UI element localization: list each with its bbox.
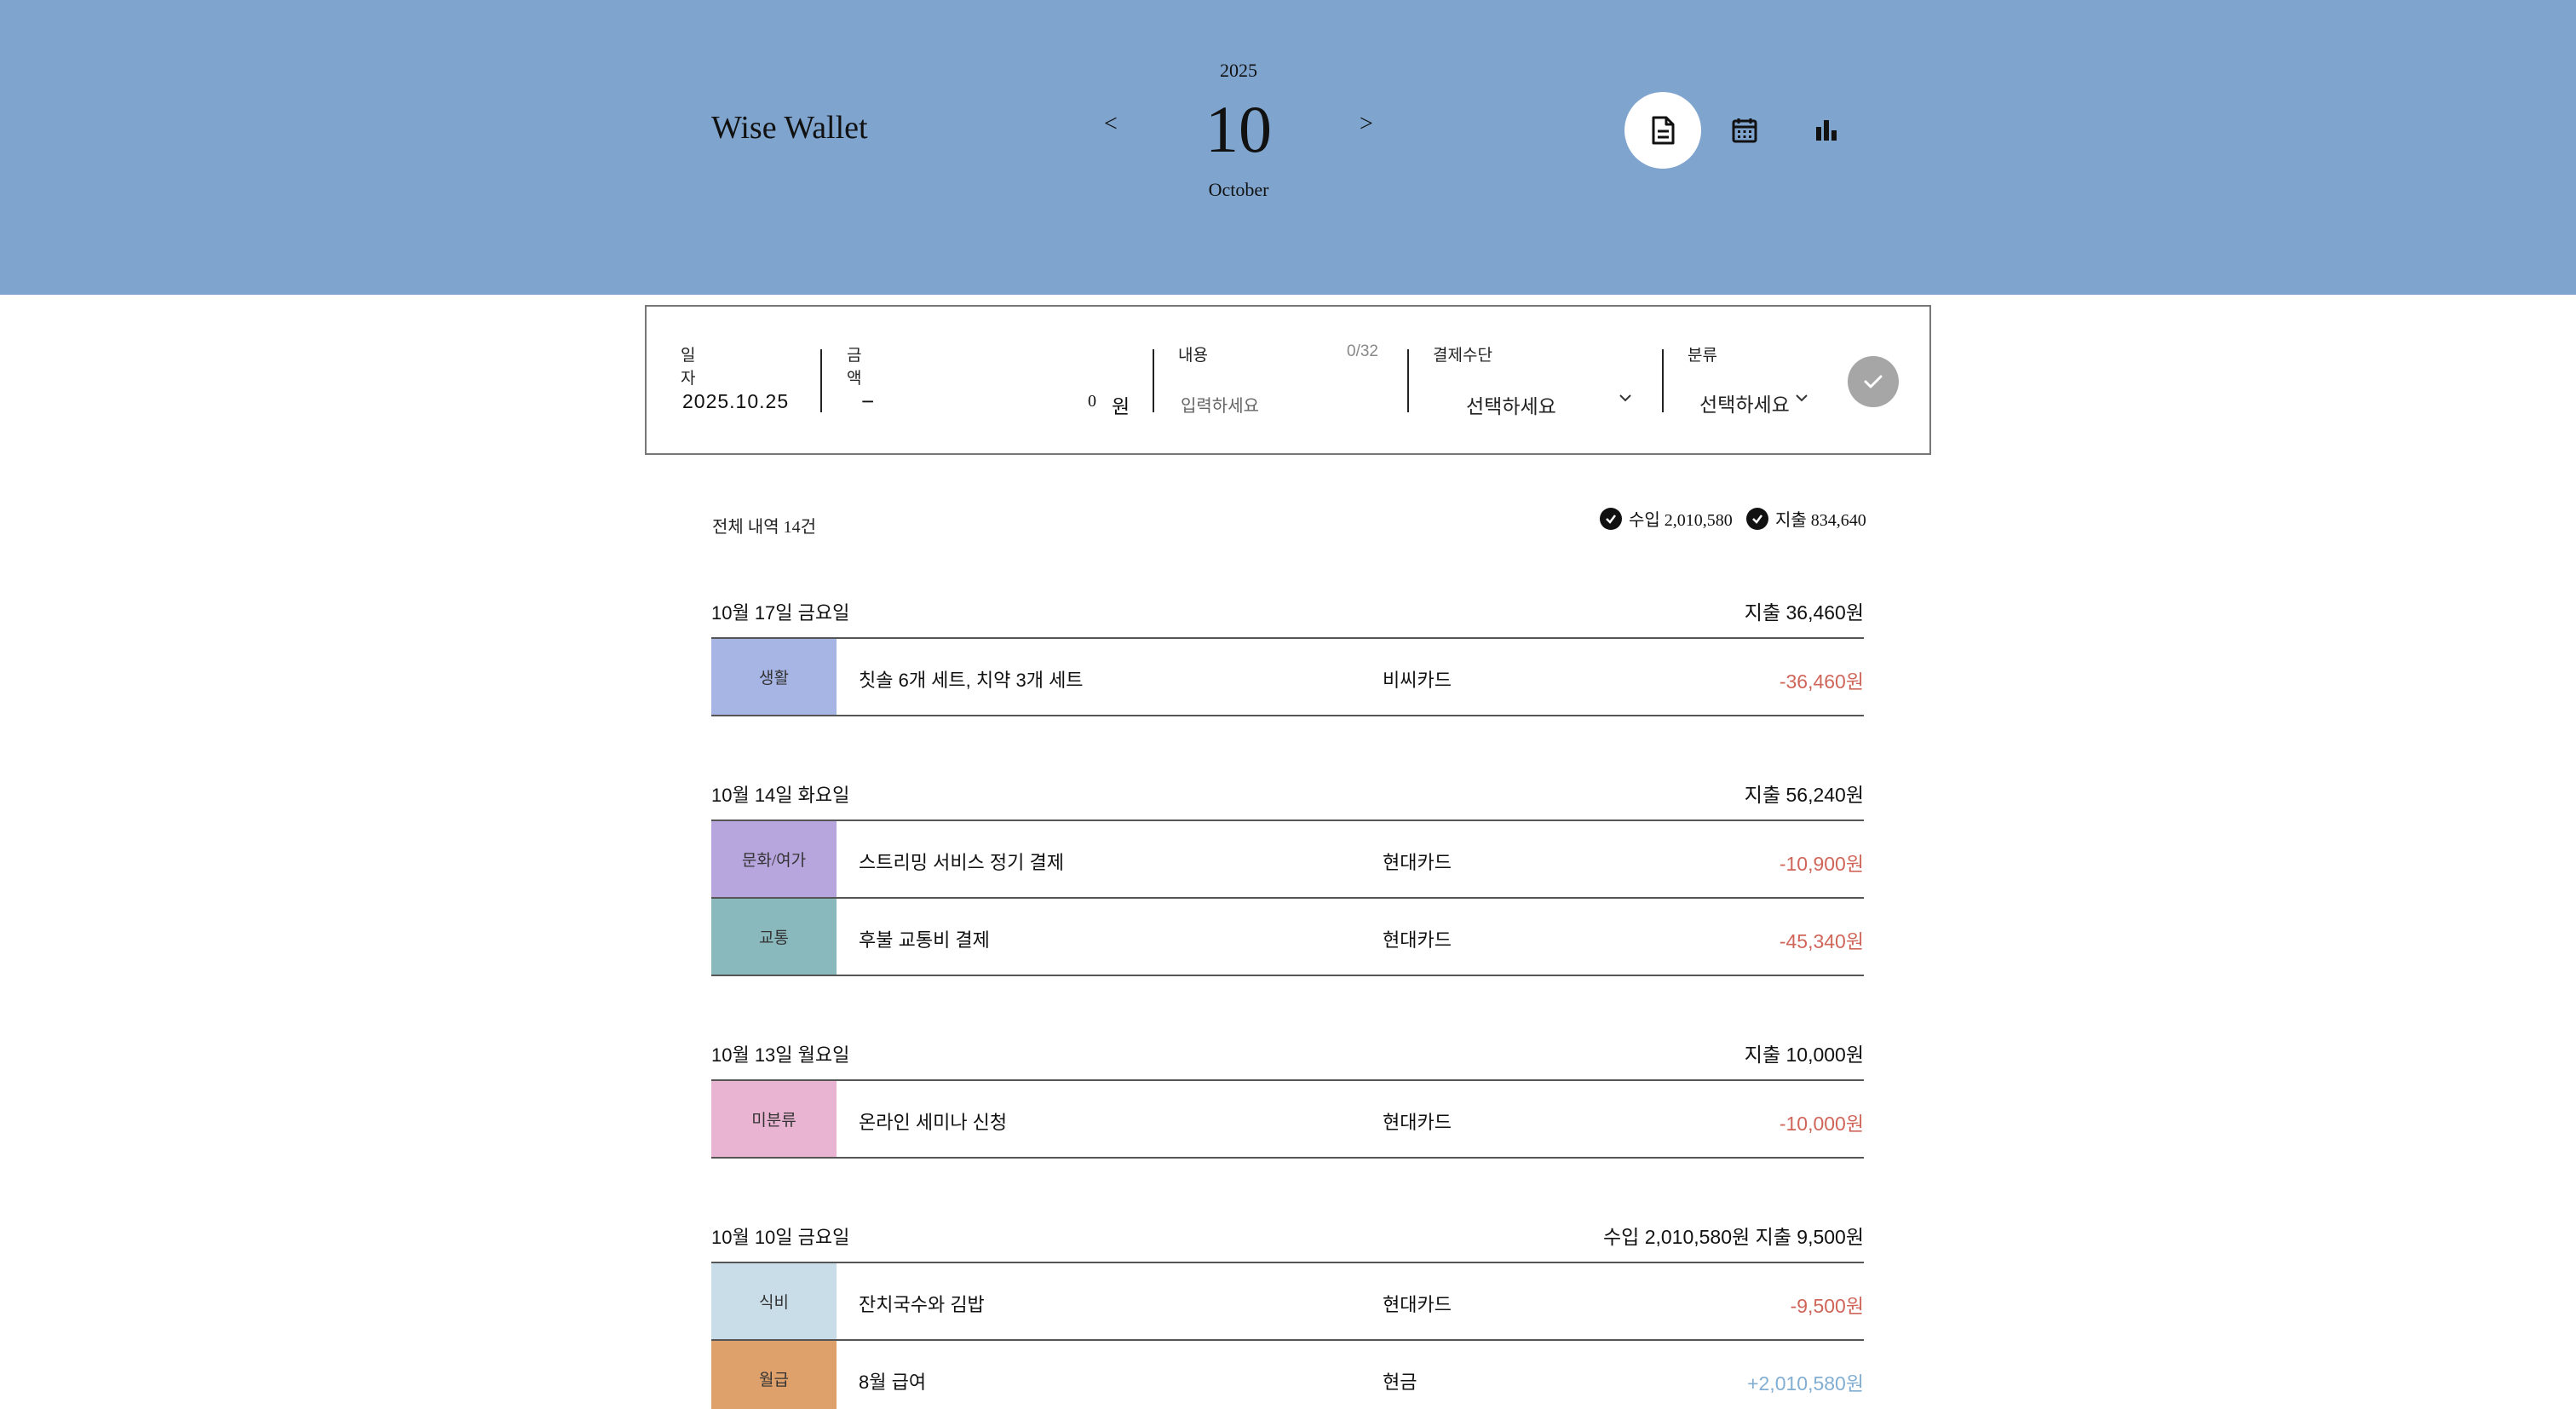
transaction-row[interactable]: 문화/여가 스트리밍 서비스 정기 결제 현대카드 -10,900원 [711, 821, 1864, 899]
category-tag: 월급 [711, 1341, 837, 1409]
category-tag: 교통 [711, 899, 837, 975]
total-count: 전체 내역 14건 [712, 518, 816, 537]
calendar-view-button[interactable] [1706, 92, 1783, 169]
header: Wise Wallet < 2025 10 October > [0, 0, 2576, 295]
check-circle-icon [1600, 507, 1622, 530]
category-label: 분류 [1688, 347, 1717, 365]
transaction-row[interactable]: 미분류 온라인 세미나 신청 현대카드 -10,000원 [711, 1081, 1864, 1159]
check-circle-icon [1746, 507, 1768, 530]
day-header: 10월 10일 금요일 수입 2,010,580원 지출 9,500원 [711, 1204, 1864, 1263]
day-header: 10월 14일 화요일 지출 56,240원 [711, 762, 1864, 821]
expense-total: 지출 834,640 [1775, 511, 1866, 530]
transaction-row[interactable]: 생활 칫솔 6개 세트, 치약 3개 세트 비씨카드 -36,460원 [711, 639, 1864, 716]
day-summary: 지출 56,240원 [1744, 784, 1864, 806]
day-summary: 수입 2,010,580원 지출 9,500원 [1602, 1226, 1864, 1248]
day-group: 10월 13일 월요일 지출 10,000원미분류 온라인 세미나 신청 현대카드 -1… [711, 1021, 1864, 1159]
transaction-description: 잔치국수와 김밥 [859, 1294, 985, 1315]
chart-view-button[interactable] [1788, 92, 1865, 169]
category-tag: 식비 [711, 1263, 837, 1339]
day-date: 10월 13일 월요일 [711, 1044, 850, 1066]
day-group: 10월 17일 금요일 지출 36,460원생활 칫솔 6개 세트, 치약 3개 세… [711, 579, 1864, 716]
calendar-icon [1732, 118, 1757, 143]
category-tag: 미분류 [711, 1081, 837, 1157]
memo-char-count: 0/32 [1347, 342, 1378, 360]
next-month-button[interactable]: > [1360, 111, 1373, 138]
day-date: 10월 10일 금요일 [711, 1227, 850, 1248]
transaction-amount: +2,010,580원 [1747, 1372, 1864, 1395]
expense-filter-toggle[interactable]: 지출 834,640 [1746, 506, 1866, 531]
prev-month-button[interactable]: < [1104, 111, 1118, 138]
transaction-description: 칫솔 6개 세트, 치약 3개 세트 [859, 670, 1084, 691]
transaction-list: 10월 17일 금요일 지출 36,460원생활 칫솔 6개 세트, 치약 3개 세… [711, 579, 1864, 1409]
amount-sign-toggle[interactable]: − [861, 388, 874, 415]
day-date: 10월 17일 금요일 [711, 602, 850, 624]
transaction-amount: -45,340원 [1779, 930, 1864, 952]
category-tag: 생활 [711, 639, 837, 715]
transaction-description: 8월 급여 [859, 1372, 927, 1393]
payment-label: 결제수단 [1433, 347, 1492, 365]
month-name: October [1208, 179, 1269, 200]
payment-select[interactable]: 선택하세요 [1466, 390, 1556, 419]
amount-input[interactable]: 0 [1088, 392, 1096, 411]
transaction-amount: -9,500원 [1790, 1295, 1864, 1317]
submit-button[interactable] [1848, 356, 1899, 407]
day-header: 10월 17일 금요일 지출 36,460원 [711, 579, 1864, 639]
income-total: 수입 2,010,580 [1629, 511, 1733, 530]
amount-unit: 원 [1112, 395, 1130, 417]
payment-method: 현금 [1383, 1372, 1417, 1393]
memo-label: 내용 [1178, 347, 1208, 365]
day-header: 10월 13일 월요일 지출 10,000원 [711, 1021, 1864, 1081]
day-group: 10월 14일 화요일 지출 56,240원문화/여가 스트리밍 서비스 정기 결제… [711, 762, 1864, 976]
transaction-amount: -10,000원 [1779, 1113, 1864, 1135]
payment-method: 현대카드 [1383, 1294, 1452, 1315]
day-group: 10월 10일 금요일 수입 2,010,580원 지출 9,500원식비 잔치국수… [711, 1204, 1864, 1409]
check-icon [1864, 375, 1883, 388]
category-tag: 문화/여가 [711, 821, 837, 897]
transaction-amount: -36,460원 [1779, 670, 1864, 693]
payment-method: 비씨카드 [1383, 670, 1452, 691]
amount-label: 금액 [847, 347, 862, 388]
year-label: 2025 [1220, 60, 1257, 81]
transaction-description: 후불 교통비 결제 [859, 929, 990, 951]
day-date: 10월 14일 화요일 [711, 785, 850, 806]
memo-input[interactable]: 입력하세요 [1181, 392, 1259, 417]
transaction-description: 스트리밍 서비스 정기 결제 [859, 852, 1064, 873]
payment-method: 현대카드 [1383, 929, 1452, 951]
date-input[interactable]: 2025.10.25 [682, 390, 789, 413]
transaction-row[interactable]: 교통 후불 교통비 결제 현대카드 -45,340원 [711, 899, 1864, 976]
day-summary: 지출 10,000원 [1744, 1044, 1864, 1066]
income-filter-toggle[interactable]: 수입 2,010,580 [1600, 506, 1733, 531]
month-number: 10 [1205, 92, 1272, 166]
list-view-button[interactable] [1624, 92, 1701, 169]
chevron-down-icon[interactable] [1616, 388, 1635, 407]
chevron-down-icon[interactable] [1792, 388, 1811, 407]
bar-chart-icon [1816, 120, 1837, 141]
day-summary: 지출 36,460원 [1744, 601, 1864, 624]
category-select[interactable]: 선택하세요 [1699, 388, 1790, 417]
transaction-amount: -10,900원 [1779, 853, 1864, 875]
entry-form: 일자 2025.10.25 금액 − 0 원 내용 0/32 입력하세요 결제수… [645, 305, 1931, 455]
divider [820, 349, 822, 412]
date-label: 일자 [681, 347, 696, 388]
transaction-description: 온라인 세미나 신청 [859, 1112, 1008, 1133]
transaction-row[interactable]: 식비 잔치국수와 김밥 현대카드 -9,500원 [711, 1263, 1864, 1341]
divider [1153, 349, 1154, 412]
payment-method: 현대카드 [1383, 852, 1452, 873]
app-logo[interactable]: Wise Wallet [711, 109, 868, 147]
divider [1407, 349, 1409, 412]
divider [1662, 349, 1664, 412]
transaction-row[interactable]: 월급 8월 급여 현금 +2,010,580원 [711, 1341, 1864, 1409]
document-icon [1652, 116, 1675, 145]
payment-method: 현대카드 [1383, 1112, 1452, 1133]
